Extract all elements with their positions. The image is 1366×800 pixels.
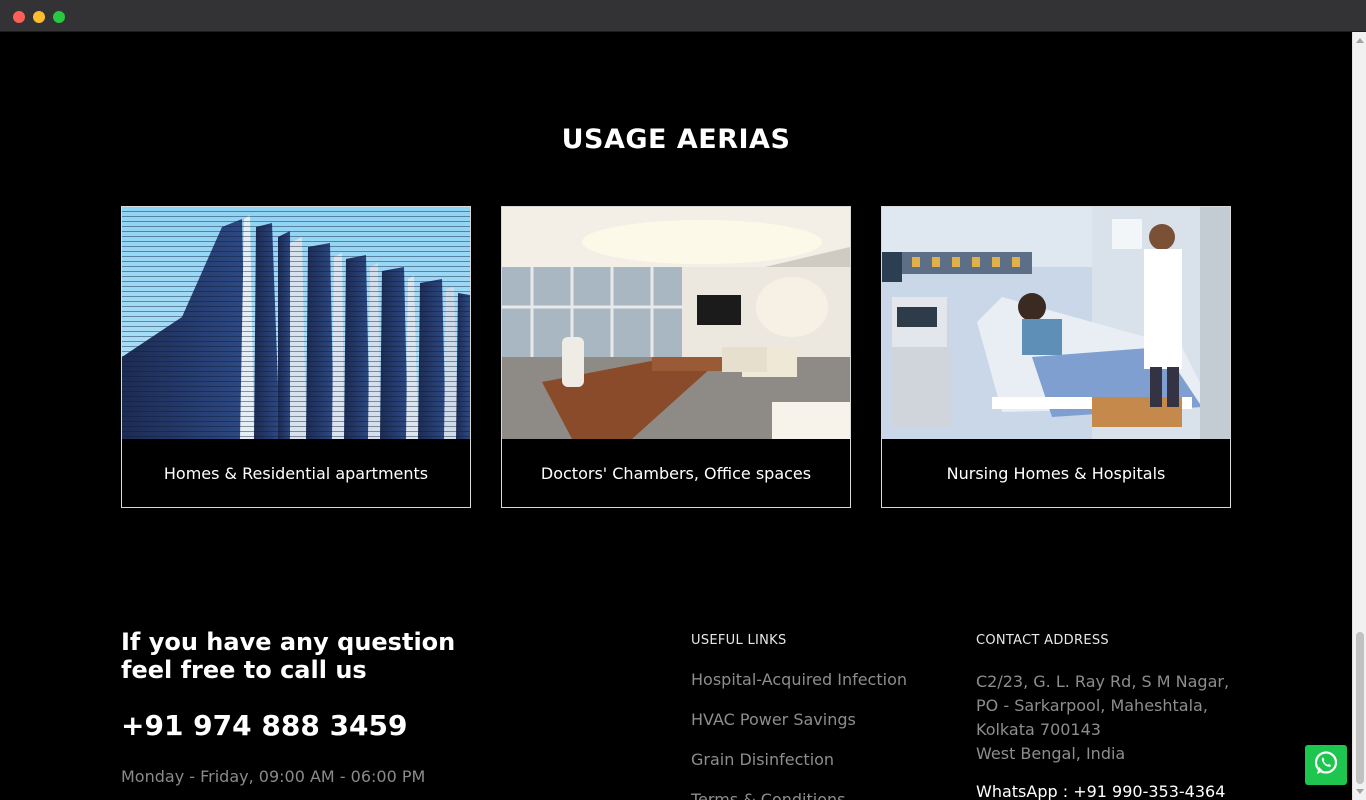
scrollbar-thumb[interactable] [1356,632,1364,784]
page-viewport: USAGE AERIAS Homes & Residential apartme… [0,32,1352,800]
card-caption: Homes & Residential apartments [163,463,429,483]
contact-address-title: CONTACT ADDRESS [976,633,1109,648]
footer-heading: If you have any question feel free to ca… [121,628,541,684]
business-hours: Monday - Friday, 09:00 AM - 06:00 PM [121,767,426,786]
scroll-down-icon[interactable] [1356,789,1364,794]
maximize-window-button[interactable] [53,11,65,23]
link-hvac-power-savings[interactable]: HVAC Power Savings [691,710,856,729]
usage-card-hospitals[interactable]: Nursing Homes & Hospitals [881,206,1231,508]
whatsapp-icon [1313,750,1339,780]
whatsapp-number-link[interactable]: WhatsApp : +91 990-353-4364 [976,782,1225,800]
address-line: West Bengal, India [976,744,1126,763]
link-hospital-acquired-infection[interactable]: Hospital-Acquired Infection [691,670,907,689]
usage-card-offices[interactable]: Doctors' Chambers, Office spaces [501,206,851,508]
address-line: PO - Sarkarpool, Maheshtala, [976,696,1208,715]
footer-heading-line: If you have any question [121,628,456,656]
useful-links-title: USEFUL LINKS [691,633,787,648]
close-window-button[interactable] [13,11,25,23]
section-title: USAGE AERIAS [561,124,791,155]
card-caption: Nursing Homes & Hospitals [946,463,1166,483]
card-caption: Doctors' Chambers, Office spaces [540,463,812,483]
minimize-window-button[interactable] [33,11,45,23]
link-grain-disinfection[interactable]: Grain Disinfection [691,750,834,769]
contact-address: C2/23, G. L. Ray Rd, S M Nagar, PO - Sar… [976,670,1229,766]
office-image [502,207,850,439]
usage-card-homes[interactable]: Homes & Residential apartments [121,206,471,508]
address-line: Kolkata 700143 [976,720,1101,739]
window-titlebar [0,0,1366,32]
address-line: C2/23, G. L. Ray Rd, S M Nagar, [976,672,1230,691]
whatsapp-chat-button[interactable] [1305,745,1347,785]
building-image [122,207,470,439]
vertical-scrollbar[interactable] [1352,32,1366,800]
link-terms-conditions[interactable]: Terms & Conditions [691,790,845,800]
footer-heading-line: feel free to call us [121,656,367,684]
scroll-up-icon[interactable] [1356,38,1364,43]
hospital-image [882,207,1230,439]
phone-number-link[interactable]: +91 974 888 3459 [121,709,408,742]
